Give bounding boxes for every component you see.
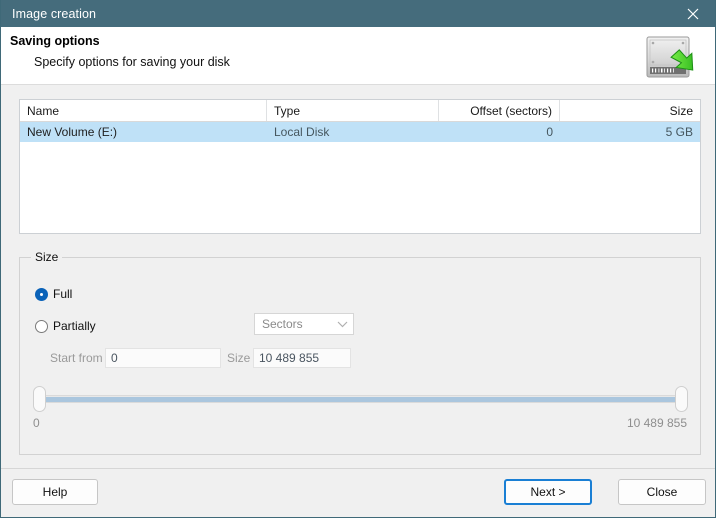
slider-handle-start[interactable]	[33, 386, 46, 412]
slider-min-label: 0	[33, 416, 40, 430]
start-from-input[interactable]: 0	[105, 348, 221, 368]
cell-type: Local Disk	[274, 125, 330, 139]
window-title: Image creation	[12, 6, 97, 21]
range-slider[interactable]	[33, 386, 688, 412]
column-header-type[interactable]: Type	[267, 100, 439, 121]
radio-full-label: Full	[53, 287, 73, 301]
hard-disk-save-icon	[633, 32, 703, 82]
page-title: Saving options	[10, 34, 100, 48]
cell-size: 5 GB	[665, 125, 693, 139]
dialog-footer: Help Next > Close	[1, 468, 715, 516]
chevron-down-icon	[331, 320, 353, 328]
disk-table[interactable]: Name Type Offset (sectors) Size New Volu…	[19, 99, 701, 234]
dialog-body: Name Type Offset (sectors) Size New Volu…	[1, 85, 715, 516]
size-group-legend: Size	[31, 250, 63, 264]
radio-full-mark	[35, 287, 48, 301]
start-from-label: Start from	[50, 351, 103, 365]
table-row[interactable]: New Volume (E:) Local Disk 0 5 GB	[20, 122, 700, 142]
image-creation-dialog: Image creation Saving options Specify op…	[0, 0, 716, 518]
unit-select-value: Sectors	[262, 317, 303, 331]
page-subtitle: Specify options for saving your disk	[34, 55, 230, 69]
column-header-name[interactable]: Name	[20, 100, 267, 121]
next-button[interactable]: Next >	[504, 479, 592, 505]
slider-fill	[39, 397, 682, 402]
dialog-header: Saving options Specify options for savin…	[1, 27, 715, 85]
radio-full[interactable]: Full	[35, 287, 72, 301]
slider-max-label: 10 489 855	[626, 416, 687, 430]
column-header-offset[interactable]: Offset (sectors)	[439, 100, 560, 121]
title-bar: Image creation	[1, 0, 715, 27]
table-header-row: Name Type Offset (sectors) Size	[20, 100, 700, 122]
column-header-size[interactable]: Size	[560, 100, 700, 121]
radio-partially-label: Partially	[53, 319, 96, 333]
close-x-icon	[686, 7, 700, 21]
radio-partially[interactable]: Partially	[35, 319, 96, 333]
close-button[interactable]: Close	[618, 479, 706, 505]
size-input[interactable]: 10 489 855	[253, 348, 351, 368]
close-window-button[interactable]	[670, 0, 715, 27]
unit-select[interactable]: Sectors	[254, 313, 354, 335]
help-button[interactable]: Help	[12, 479, 98, 505]
radio-partially-mark	[35, 319, 48, 333]
cell-name: New Volume (E:)	[27, 125, 118, 139]
size-field-label: Size	[227, 351, 251, 365]
slider-handle-end[interactable]	[675, 386, 688, 412]
size-group-box: Size Full Partially Sectors Start from 0	[19, 250, 701, 455]
cell-offset: 0	[546, 125, 553, 139]
